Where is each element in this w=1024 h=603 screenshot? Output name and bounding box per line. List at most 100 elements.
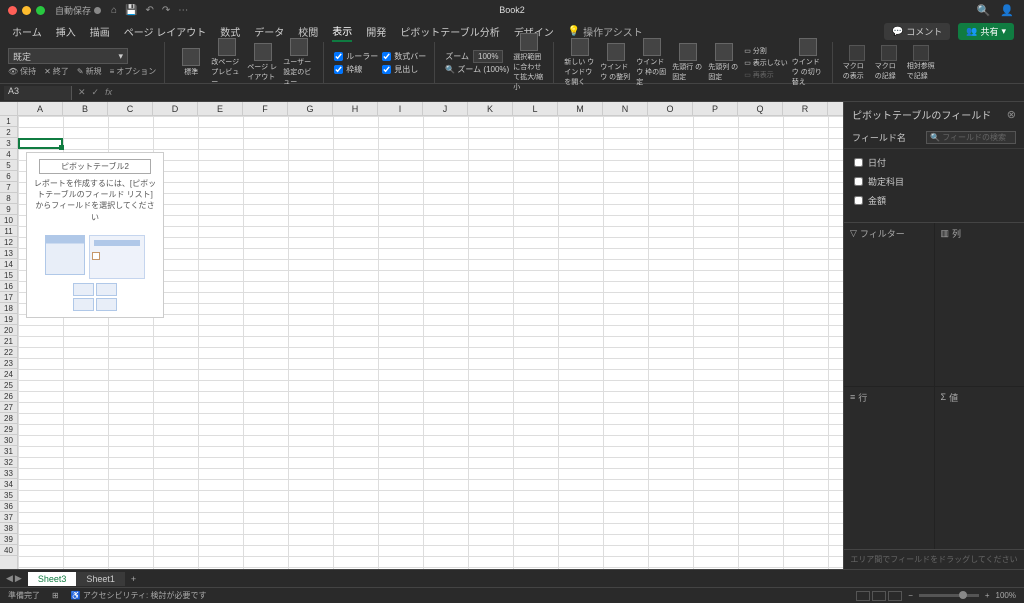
workbook-stats-icon[interactable]: ⊞ bbox=[52, 591, 59, 600]
more-icon[interactable]: ⋯ bbox=[178, 5, 188, 16]
row-header-32[interactable]: 32 bbox=[0, 457, 17, 468]
normal-view-shortcut[interactable] bbox=[856, 591, 870, 601]
keep-button[interactable]: 👁 保持 bbox=[8, 66, 36, 77]
fx-icon[interactable]: fx bbox=[105, 87, 112, 98]
custom-views-button[interactable]: ユーザー 設定のビュー bbox=[283, 38, 315, 87]
tab-pivot-analyze[interactable]: ピボットテーブル分析 bbox=[400, 22, 499, 41]
column-header-E[interactable]: E bbox=[198, 102, 243, 115]
search-icon[interactable]: 🔍 bbox=[977, 4, 991, 17]
row-header-5[interactable]: 5 bbox=[0, 160, 17, 171]
row-header-12[interactable]: 12 bbox=[0, 237, 17, 248]
tab-home[interactable]: ホーム bbox=[12, 22, 42, 41]
field-item-2[interactable]: 金額 bbox=[844, 191, 1024, 210]
column-header-R[interactable]: R bbox=[783, 102, 828, 115]
row-header-15[interactable]: 15 bbox=[0, 270, 17, 281]
prev-sheet-button[interactable]: ◀ bbox=[6, 573, 13, 584]
cancel-icon[interactable]: ✕ bbox=[78, 87, 86, 98]
row-header-24[interactable]: 24 bbox=[0, 369, 17, 380]
gridlines-checkbox[interactable]: 枠線 bbox=[334, 64, 378, 75]
row-header-6[interactable]: 6 bbox=[0, 171, 17, 182]
row-header-19[interactable]: 19 bbox=[0, 314, 17, 325]
zoom-slider[interactable] bbox=[919, 594, 979, 597]
row-header-21[interactable]: 21 bbox=[0, 336, 17, 347]
sheet-tab-sheet3[interactable]: Sheet3 bbox=[28, 572, 77, 586]
row-header-26[interactable]: 26 bbox=[0, 391, 17, 402]
select-all-button[interactable] bbox=[0, 102, 18, 115]
column-header-M[interactable]: M bbox=[558, 102, 603, 115]
view-macros-button[interactable]: マクロ の表示 bbox=[843, 45, 871, 81]
row-header-27[interactable]: 27 bbox=[0, 402, 17, 413]
record-macro-button[interactable]: マクロ の記録 bbox=[875, 45, 903, 81]
freeze-panes-button[interactable]: ウインドウ 枠の固定 bbox=[636, 38, 668, 87]
maximize-window-button[interactable] bbox=[36, 6, 45, 15]
minimize-window-button[interactable] bbox=[22, 6, 31, 15]
column-header-C[interactable]: C bbox=[108, 102, 153, 115]
split-button[interactable]: ▭ 分割 bbox=[744, 46, 788, 56]
row-header-10[interactable]: 10 bbox=[0, 215, 17, 226]
tab-view[interactable]: 表示 bbox=[332, 21, 352, 42]
row-header-37[interactable]: 37 bbox=[0, 512, 17, 523]
page-layout-shortcut[interactable] bbox=[872, 591, 886, 601]
tell-me-search[interactable]: 💡 操作アシスト bbox=[568, 24, 643, 39]
row-header-35[interactable]: 35 bbox=[0, 490, 17, 501]
next-sheet-button[interactable]: ▶ bbox=[15, 573, 22, 584]
ruler-checkbox[interactable]: ルーラー bbox=[334, 51, 378, 62]
row-header-23[interactable]: 23 bbox=[0, 358, 17, 369]
row-header-31[interactable]: 31 bbox=[0, 446, 17, 457]
column-header-B[interactable]: B bbox=[63, 102, 108, 115]
column-header-Q[interactable]: Q bbox=[738, 102, 783, 115]
freeze-first-col-button[interactable]: 先頭列 の固定 bbox=[708, 43, 740, 82]
row-header-11[interactable]: 11 bbox=[0, 226, 17, 237]
row-header-17[interactable]: 17 bbox=[0, 292, 17, 303]
unhide-button[interactable]: ▭ 再表示 bbox=[744, 70, 788, 80]
switch-windows-button[interactable]: ウインドウ の切り替え bbox=[792, 38, 824, 87]
options-button[interactable]: ≡ オプション bbox=[110, 66, 157, 77]
row-header-9[interactable]: 9 bbox=[0, 204, 17, 215]
fill-handle[interactable] bbox=[59, 145, 64, 150]
new-button[interactable]: ✎ 新規 bbox=[77, 66, 102, 77]
active-cell[interactable] bbox=[18, 138, 63, 149]
add-sheet-button[interactable]: + bbox=[125, 574, 142, 584]
zoom-percent[interactable]: 100% bbox=[996, 591, 1016, 600]
column-header-A[interactable]: A bbox=[18, 102, 63, 115]
column-header-D[interactable]: D bbox=[153, 102, 198, 115]
new-window-button[interactable]: 新しい ウインドウを開く bbox=[564, 38, 596, 87]
undo-icon[interactable]: ↶ bbox=[146, 5, 154, 16]
row-header-34[interactable]: 34 bbox=[0, 479, 17, 490]
page-layout-button[interactable]: ページ レイアウト bbox=[247, 43, 279, 82]
cell-grid[interactable]: ピボットテーブル2 レポートを作成するには、[ピボットテーブルのフィールド リス… bbox=[18, 116, 843, 569]
rows-area[interactable]: ≡行 bbox=[844, 387, 934, 550]
relative-reference-button[interactable]: 相対参照 で記録 bbox=[907, 45, 935, 81]
sheet-tab-sheet1[interactable]: Sheet1 bbox=[76, 572, 125, 586]
zoom-100-button[interactable]: 🔍 ズーム (100%) bbox=[445, 64, 509, 75]
hide-button[interactable]: ▭ 表示しない bbox=[744, 58, 788, 68]
column-header-I[interactable]: I bbox=[378, 102, 423, 115]
tab-insert[interactable]: 挿入 bbox=[56, 22, 76, 41]
row-header-28[interactable]: 28 bbox=[0, 413, 17, 424]
home-icon[interactable]: ⌂ bbox=[111, 5, 117, 16]
row-header-30[interactable]: 30 bbox=[0, 435, 17, 446]
freeze-top-row-button[interactable]: 先頭行 の固定 bbox=[672, 43, 704, 82]
column-header-L[interactable]: L bbox=[513, 102, 558, 115]
row-header-18[interactable]: 18 bbox=[0, 303, 17, 314]
column-header-F[interactable]: F bbox=[243, 102, 288, 115]
normal-view-button[interactable]: 標準 bbox=[175, 48, 207, 77]
column-header-G[interactable]: G bbox=[288, 102, 333, 115]
row-header-2[interactable]: 2 bbox=[0, 127, 17, 138]
tab-draw[interactable]: 描画 bbox=[90, 22, 110, 41]
user-icon[interactable]: 👤 bbox=[1000, 4, 1014, 17]
row-header-8[interactable]: 8 bbox=[0, 193, 17, 204]
row-header-39[interactable]: 39 bbox=[0, 534, 17, 545]
exit-button[interactable]: ✕ 終了 bbox=[44, 66, 69, 77]
zoom-percent-input[interactable]: 100% bbox=[473, 50, 503, 63]
enter-icon[interactable]: ✓ bbox=[92, 87, 100, 98]
row-header-14[interactable]: 14 bbox=[0, 259, 17, 270]
tab-developer[interactable]: 開発 bbox=[366, 22, 386, 41]
sheet-view-dropdown[interactable]: 既定 ▾ bbox=[8, 48, 128, 64]
row-header-4[interactable]: 4 bbox=[0, 149, 17, 160]
filters-area[interactable]: ▽フィルター bbox=[844, 223, 934, 386]
redo-icon[interactable]: ↷ bbox=[162, 5, 170, 16]
tab-page-layout[interactable]: ページ レイアウト bbox=[124, 22, 207, 41]
row-header-13[interactable]: 13 bbox=[0, 248, 17, 259]
row-header-33[interactable]: 33 bbox=[0, 468, 17, 479]
